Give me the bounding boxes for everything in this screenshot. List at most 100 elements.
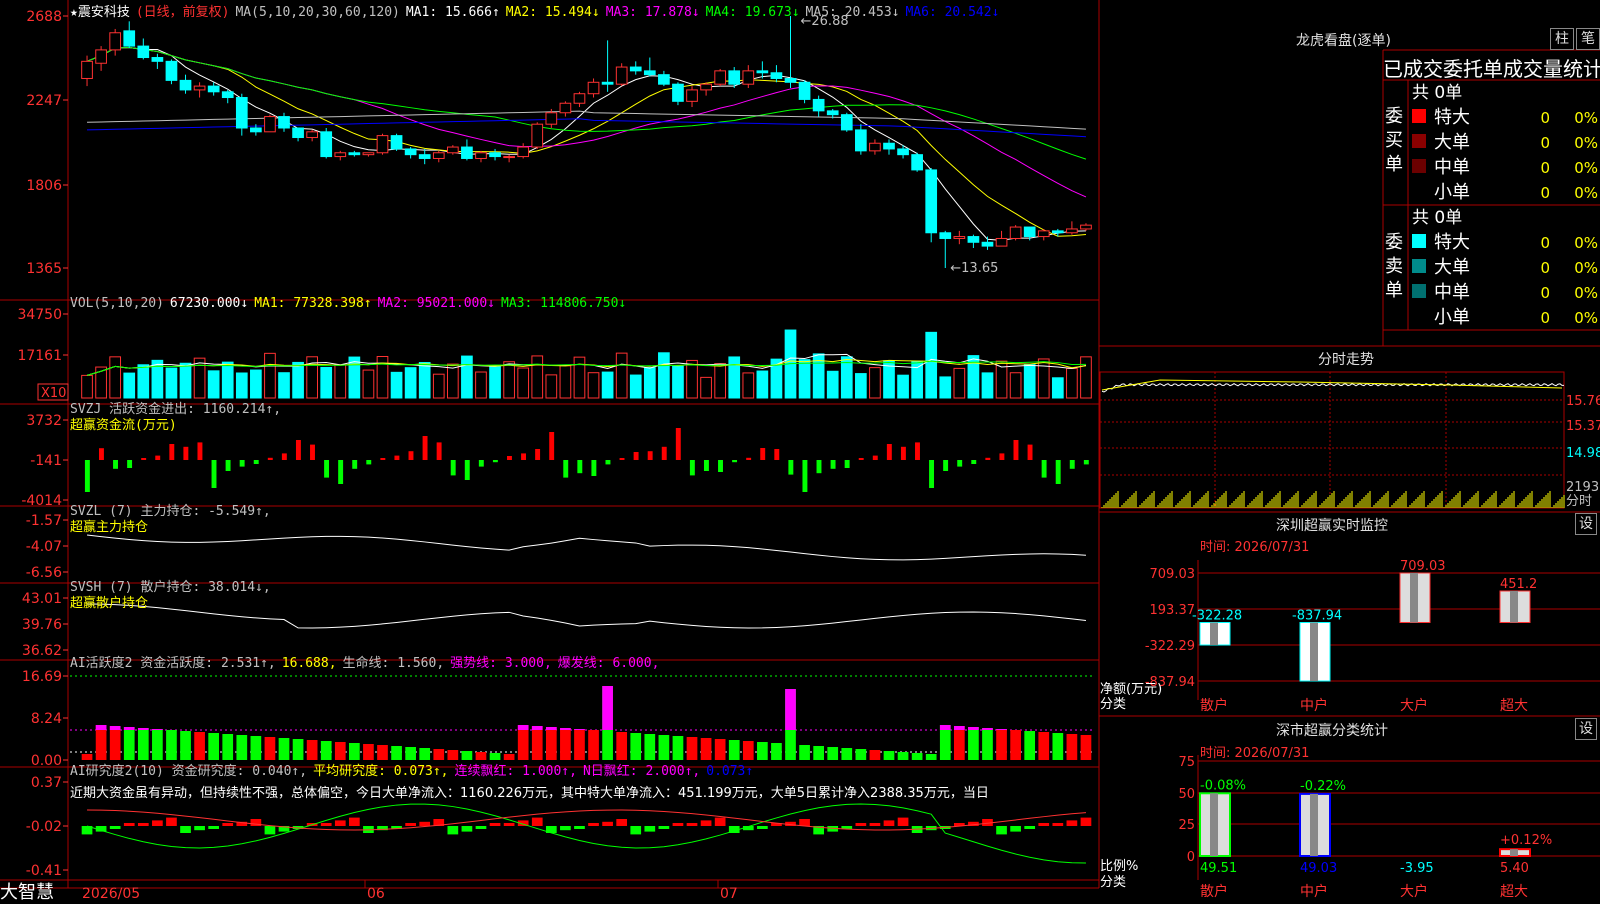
volume-bar [658,352,670,399]
svzj-subtitle: 超赢资金流(万元) [70,418,177,433]
tick-mode-button[interactable]: 笔 [1576,28,1600,50]
volume-bar [292,361,304,399]
intraday-tick: 15.76 [1566,394,1600,409]
research-bar [630,826,642,835]
stat-title: 已成交委托单成交量统计 [1383,57,1600,81]
price-tick-label: 1806 [26,178,62,194]
class-category: 中户 [1300,883,1328,900]
activity-bar [911,753,923,760]
candle-body [179,79,192,91]
monitor-bar-shade [1410,573,1418,623]
activity-bar [123,727,135,760]
ai1-tick-label: 8.24 [31,711,62,727]
volume-bar [165,367,178,399]
intraday-frame [1099,371,1565,509]
date-label: 07 [720,886,738,900]
fund-flow-bar [464,460,470,480]
candle-body [123,30,136,47]
header-item: MA1: 15.666↑ [405,5,500,20]
activity-bar [742,741,754,760]
activity-burst-bar [939,725,951,730]
sz-monitor-settings-button[interactable]: 设 [1575,513,1597,535]
activity-bar [827,747,839,760]
volume-bar [278,372,290,399]
order-row-value: 0 [1540,234,1550,252]
research-bar [1080,817,1092,826]
header-item: 强势线: 3.000, [450,656,552,671]
research-bar [855,823,867,826]
order-color-swatch [1412,134,1426,148]
fund-flow-bar [1027,444,1033,460]
order-color-swatch [1412,159,1426,173]
monitor-tick: 193.37 [1150,603,1196,618]
candle-body [376,135,389,154]
monitor-category: 大户 [1400,697,1428,714]
activity-bar [320,741,332,760]
activity-bar [813,746,824,760]
activity-bar [208,733,220,760]
research-bar [588,823,599,826]
fund-flow-bar [436,442,442,460]
activity-bar [349,743,360,760]
candle-body [545,112,558,125]
svsh-subtitle: 超赢散户持仓 [70,596,149,611]
candle-body [587,81,600,95]
vol-tick-label: 17161 [17,348,62,364]
volume-bar [475,371,487,399]
volume-bar [573,356,586,399]
activity-bar [377,745,388,760]
activity-bar [982,728,993,760]
candle-body [939,232,952,239]
activity-bar [180,731,191,760]
header-item: 生命线: 1.560, [342,656,445,671]
intraday-title: 分时走势 [1318,352,1374,368]
research-bar [1024,826,1036,829]
activity-bar [700,738,712,760]
fund-flow-bar [507,456,512,460]
header-item: MA(5,10,20,30,60,120) [235,5,400,20]
research-bar [264,826,276,835]
research-bar [883,820,895,826]
header-item: MA2: 15.494↓ [505,5,600,20]
activity-bar [616,732,628,760]
volume-bar [672,365,684,399]
activity-burst-bar [531,726,543,730]
candle-body [869,142,881,152]
order-row-name: 中单 [1434,282,1470,303]
header-item: 平均研究度: 0.073↑, [313,764,449,779]
order-row-name: 小单 [1434,307,1470,328]
activity-bar [264,737,276,760]
volume-bar [404,367,417,399]
header-item: AI研究度2(10) 资金研究度: 0.040↑, [70,764,308,779]
fund-flow-bar [661,446,667,460]
volume-bar [531,355,544,399]
sz-class-settings-button[interactable]: 设 [1575,718,1597,740]
price-tick-label: 2688 [26,9,62,25]
volume-bar [855,373,867,399]
sz-monitor-title: 深圳超赢实时监控 [1276,518,1388,534]
candle-body [503,156,515,159]
class-bar-diff: -0.08% [1200,778,1246,793]
order-row-percent: 0% [1574,309,1598,327]
buy-order-label: 委 [1385,106,1403,127]
bar-mode-button[interactable]: 柱 [1550,28,1574,50]
activity-bar [109,726,121,760]
class-tick: 25 [1178,818,1195,833]
fund-flow-bar [788,460,794,475]
candle-body [489,152,501,158]
candle-body [250,127,262,133]
candle-body [1037,230,1050,238]
research-bar [560,826,571,831]
volume-bar [1080,356,1092,399]
research-bar [799,819,810,826]
sell-order-label: 单 [1385,280,1403,301]
candle-body [672,83,684,102]
activity-burst-bar [152,729,163,730]
buy-order-label: 买 [1385,130,1403,151]
activity-bar [278,738,290,760]
volume-bar [601,371,614,399]
monitor-bar-shade [1310,622,1318,681]
candle-body [798,81,811,100]
fund-flow-bar [141,458,147,460]
header-item: 16.688, [281,656,337,671]
